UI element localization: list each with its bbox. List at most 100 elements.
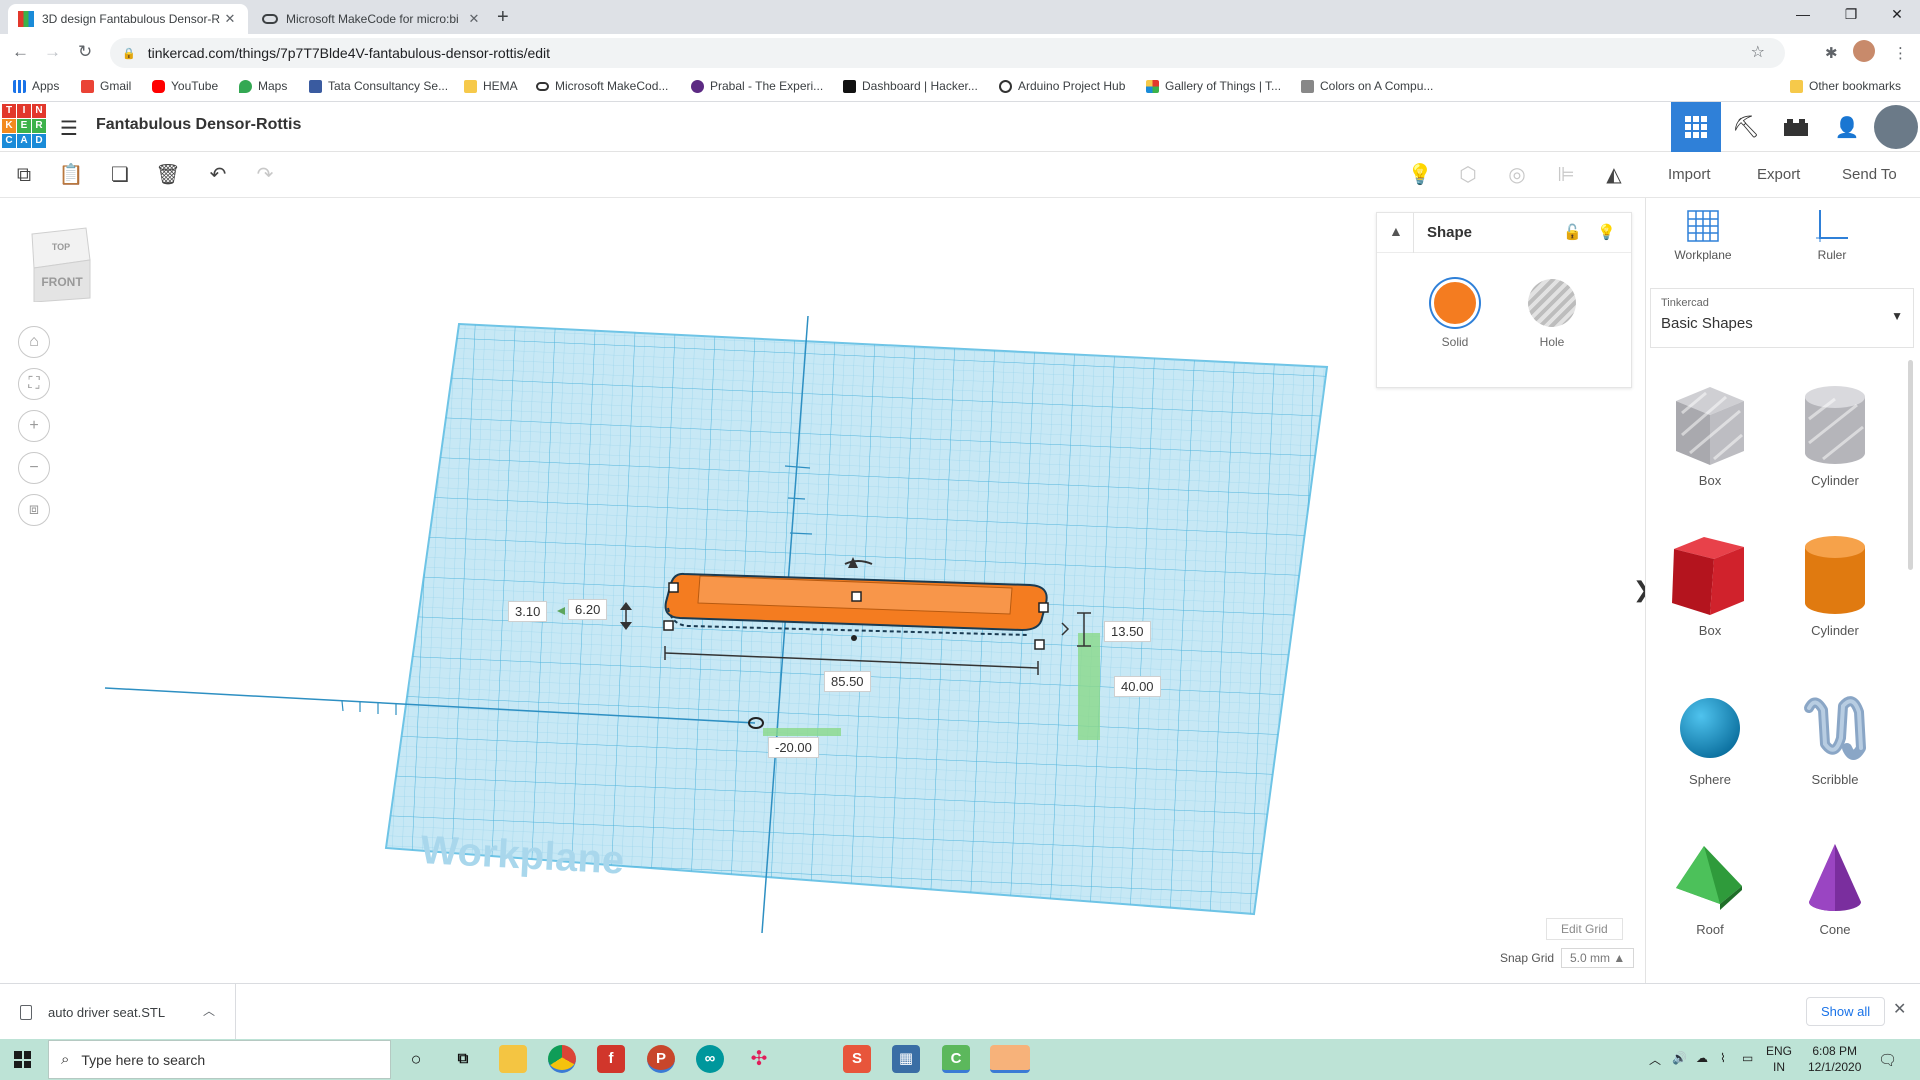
close-tab-icon[interactable]: ✕ bbox=[222, 11, 238, 27]
other-bookmarks[interactable]: Other bookmarks bbox=[1790, 79, 1901, 93]
address-bar[interactable]: 🔒 tinkercad.com/things/7p7T7Blde4V-fanta… bbox=[110, 38, 1785, 68]
fit-view-button[interactable]: ⛶ bbox=[18, 368, 50, 400]
shape-cylinder[interactable]: Cylinder bbox=[1780, 533, 1890, 638]
mirror-button[interactable]: ◭ bbox=[1599, 160, 1629, 190]
notes-button[interactable]: 💡 bbox=[1405, 160, 1435, 190]
back-icon[interactable]: ← bbox=[12, 42, 29, 62]
width-dimension[interactable]: 13.50 bbox=[1104, 621, 1151, 642]
control-panel-icon[interactable]: ▦ bbox=[892, 1045, 920, 1073]
duplicate-button[interactable]: ❏ bbox=[105, 160, 135, 190]
camtasia-icon[interactable]: C bbox=[942, 1045, 970, 1073]
solid-swatch[interactable] bbox=[1431, 279, 1479, 327]
reload-icon[interactable]: ↻ bbox=[78, 42, 92, 62]
shape-library-select[interactable]: Tinkercad Basic Shapes ▼ bbox=[1650, 288, 1914, 348]
view-cube[interactable]: TOP FRONT bbox=[28, 226, 94, 302]
bookmark-star-icon[interactable]: ☆ bbox=[1751, 42, 1765, 62]
bookmark-gallery[interactable]: Gallery of Things | T... bbox=[1146, 79, 1281, 93]
volume-icon[interactable]: 🔊 bbox=[1672, 1051, 1687, 1065]
chrome-menu-icon[interactable]: ⋮ bbox=[1893, 44, 1908, 62]
length-dimension[interactable]: 85.50 bbox=[824, 671, 871, 692]
bookmark-hackerrank[interactable]: Dashboard | Hacker... bbox=[843, 79, 978, 93]
ungroup-button[interactable]: ◎ bbox=[1502, 160, 1532, 190]
home-view-button[interactable]: ⌂ bbox=[18, 326, 50, 358]
bookmark-arduino[interactable]: Arduino Project Hub bbox=[999, 79, 1125, 93]
arduino-ide-icon[interactable]: ∞ bbox=[696, 1045, 724, 1073]
edit-grid-button[interactable]: Edit Grid bbox=[1546, 918, 1623, 940]
onedrive-icon[interactable]: ☁ bbox=[1696, 1051, 1708, 1065]
bookmark-youtube[interactable]: YouTube bbox=[152, 79, 218, 93]
shape-sphere[interactable]: Sphere bbox=[1655, 688, 1765, 787]
bookmark-hema[interactable]: HEMA bbox=[464, 79, 518, 93]
align-button[interactable]: ⊫ bbox=[1551, 160, 1581, 190]
paste-button[interactable]: 📋 bbox=[56, 160, 86, 190]
slack-icon[interactable]: ✣ bbox=[745, 1045, 773, 1073]
tab-makecode[interactable]: Microsoft MakeCode for micro:bi ✕ bbox=[252, 4, 492, 34]
3d-design-view-button[interactable] bbox=[1671, 102, 1721, 152]
blocks-view-button[interactable]: ⛏ bbox=[1721, 102, 1771, 152]
bookmark-prabal[interactable]: Prabal - The Experi... bbox=[691, 79, 823, 93]
shapes-panel-scrollbar[interactable] bbox=[1908, 360, 1913, 570]
notifications-icon[interactable]: 🗨 bbox=[1878, 1051, 1897, 1069]
wifi-icon[interactable]: ⌇ bbox=[1720, 1051, 1726, 1065]
lock-icon[interactable]: 🔓 bbox=[1563, 223, 1582, 241]
foxit-icon[interactable]: f bbox=[597, 1045, 625, 1073]
import-button[interactable]: Import bbox=[1656, 160, 1723, 190]
lightbulb-icon[interactable]: 💡 bbox=[1597, 223, 1616, 241]
bookmark-colors[interactable]: Colors on A Compu... bbox=[1301, 79, 1433, 93]
tray-chevron-icon[interactable]: ︿ bbox=[1649, 1051, 1661, 1068]
battery-icon[interactable]: ▭ bbox=[1742, 1051, 1753, 1065]
elevation-dimension[interactable]: 3.10 bbox=[508, 601, 548, 622]
add-user-button[interactable]: 👤 bbox=[1822, 102, 1872, 152]
language-indicator[interactable]: ENG IN bbox=[1766, 1043, 1792, 1075]
sublime-icon[interactable]: S bbox=[843, 1045, 871, 1073]
snap-grid-select[interactable]: 5.0 mm ▲ bbox=[1561, 948, 1635, 968]
maximize-icon[interactable]: ❐ bbox=[1828, 0, 1874, 30]
height-dimension[interactable]: 6.20 bbox=[568, 599, 608, 620]
powerpoint-icon[interactable]: P bbox=[647, 1045, 675, 1073]
shape-scribble[interactable]: Scribble bbox=[1780, 688, 1890, 787]
workplane-tool[interactable]: Workplane bbox=[1663, 208, 1743, 262]
redo-button[interactable]: ↷ bbox=[250, 160, 280, 190]
shape-roof[interactable]: Roof bbox=[1655, 838, 1765, 937]
bookmark-gmail[interactable]: Gmail bbox=[81, 79, 131, 93]
bookmark-tcs[interactable]: Tata Consultancy Se... bbox=[309, 79, 448, 93]
minimize-icon[interactable]: — bbox=[1780, 0, 1826, 30]
bookmark-makecode[interactable]: Microsoft MakeCod... bbox=[536, 79, 668, 93]
chrome-taskbar-icon[interactable] bbox=[548, 1045, 576, 1073]
tab-tinkercad[interactable]: 3D design Fantabulous Densor-R ✕ bbox=[8, 4, 248, 34]
design-title[interactable]: Fantabulous Densor-Rottis bbox=[96, 116, 301, 134]
chrome-profile-avatar[interactable] bbox=[1853, 40, 1875, 62]
chevron-up-icon[interactable]: ︿ bbox=[203, 1002, 215, 1019]
group-button[interactable]: ⬡ bbox=[1453, 160, 1483, 190]
x-offset-dimension[interactable]: -20.00 bbox=[768, 737, 819, 758]
zoom-out-button[interactable]: − bbox=[18, 452, 50, 484]
window-close-icon[interactable]: ✕ bbox=[1874, 0, 1920, 30]
user-avatar[interactable] bbox=[1874, 105, 1918, 149]
close-tab-icon[interactable]: ✕ bbox=[466, 11, 482, 27]
windows-start-icon[interactable] bbox=[14, 1051, 31, 1068]
y-offset-dimension[interactable]: 40.00 bbox=[1114, 676, 1161, 697]
task-view-icon[interactable]: ⧉ bbox=[449, 1045, 477, 1073]
copy-button[interactable]: ⧉ bbox=[9, 160, 39, 190]
active-app-icon[interactable] bbox=[990, 1045, 1030, 1073]
bookmark-maps[interactable]: Maps bbox=[239, 79, 287, 93]
zoom-in-button[interactable]: + bbox=[18, 410, 50, 442]
shape-cone[interactable]: Cone bbox=[1780, 838, 1890, 937]
ruler-tool[interactable]: Ruler bbox=[1792, 208, 1872, 262]
close-downloads-icon[interactable]: ✕ bbox=[1893, 999, 1906, 1019]
hole-swatch[interactable] bbox=[1528, 279, 1576, 327]
perspective-button[interactable]: ⧈ bbox=[18, 494, 50, 526]
new-tab-icon[interactable]: + bbox=[497, 6, 509, 29]
system-clock[interactable]: 6:08 PM 12/1/2020 bbox=[1808, 1043, 1861, 1075]
download-item[interactable]: auto driver seat.STL ︿ bbox=[0, 984, 236, 1040]
collapse-up-icon[interactable]: ▲ bbox=[1389, 223, 1403, 239]
undo-button[interactable]: ↶ bbox=[203, 160, 233, 190]
taskbar-search-input[interactable]: ⌕ Type here to search bbox=[48, 1040, 391, 1079]
export-button[interactable]: Export bbox=[1745, 160, 1812, 190]
file-explorer-icon[interactable] bbox=[499, 1045, 527, 1073]
shape-box-hole[interactable]: Box bbox=[1655, 383, 1765, 488]
bookmark-apps[interactable]: Apps bbox=[13, 79, 59, 93]
bricks-view-button[interactable] bbox=[1771, 102, 1821, 152]
send-to-button[interactable]: Send To bbox=[1830, 160, 1909, 190]
shape-box[interactable]: Box bbox=[1655, 533, 1765, 638]
